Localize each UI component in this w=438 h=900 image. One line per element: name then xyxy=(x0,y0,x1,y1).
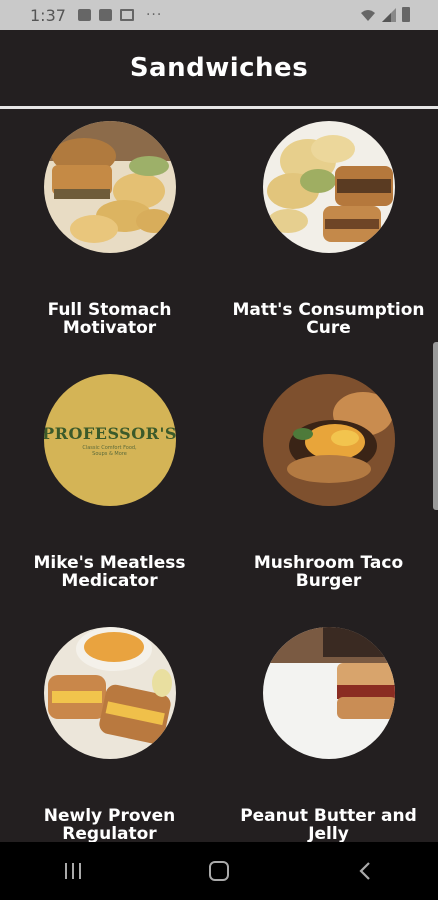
wifi-icon xyxy=(361,10,375,21)
recent-apps-button[interactable] xyxy=(43,851,103,891)
sandwich-photo xyxy=(262,374,395,506)
status-time: 1:37 xyxy=(30,5,66,25)
back-button[interactable] xyxy=(335,851,395,891)
logo-name: PROFESSOR'S xyxy=(43,423,176,443)
sandwich-photo xyxy=(262,627,395,759)
sandwich-grid: Full Stomach Motivator Matt's Consumptio… xyxy=(0,109,438,842)
system-nav-bar xyxy=(0,842,438,900)
sandwich-photo xyxy=(43,121,176,253)
back-icon xyxy=(359,862,370,880)
app-header: Sandwiches xyxy=(0,30,438,106)
professors-logo: PROFESSOR'S Classic Comfort Food, Soups … xyxy=(43,374,176,506)
sandwich-card[interactable]: Peanut Butter and Jelly xyxy=(219,615,438,842)
logo-tagline: Classic Comfort Food, Soups & More xyxy=(82,444,137,457)
sandwich-name: Mushroom Taco Burger xyxy=(253,553,404,591)
email-icon xyxy=(98,9,112,21)
sandwich-card[interactable]: Matt's Consumption Cure xyxy=(219,109,438,361)
sandwich-name: Matt's Consumption Cure xyxy=(232,300,425,338)
system-icons xyxy=(360,7,410,22)
sandwich-name: Newly Proven Regulator xyxy=(43,806,176,842)
sandwich-card[interactable]: Newly Proven Regulator xyxy=(0,615,219,842)
app-screen: 1:37 ··· Sandwiches Full Stomach Motivat… xyxy=(0,0,438,900)
home-icon xyxy=(209,861,229,881)
recent-apps-icon xyxy=(65,863,81,879)
scrollbar[interactable] xyxy=(433,342,438,510)
signal-icon xyxy=(382,8,396,22)
sandwich-card[interactable]: PROFESSOR'S Classic Comfort Food, Soups … xyxy=(0,362,219,614)
sandwich-photo xyxy=(262,121,395,253)
home-button[interactable] xyxy=(189,851,249,891)
image-icon xyxy=(77,9,91,21)
sandwich-card[interactable]: Full Stomach Motivator xyxy=(0,109,219,361)
sandwich-name: Full Stomach Motivator xyxy=(47,300,172,338)
notification-icons: ··· xyxy=(77,7,163,23)
battery-icon xyxy=(402,7,410,22)
sandwich-card[interactable]: Mushroom Taco Burger xyxy=(219,362,438,614)
more-notifications-icon: ··· xyxy=(145,7,163,23)
status-bar: 1:37 ··· xyxy=(0,0,438,30)
sandwich-photo xyxy=(43,627,176,759)
mail-icon xyxy=(119,9,134,21)
sandwich-name: Peanut Butter and Jelly xyxy=(240,806,417,842)
page-title: Sandwiches xyxy=(129,53,309,83)
sandwich-name: Mike's Meatless Medicator xyxy=(33,553,186,591)
